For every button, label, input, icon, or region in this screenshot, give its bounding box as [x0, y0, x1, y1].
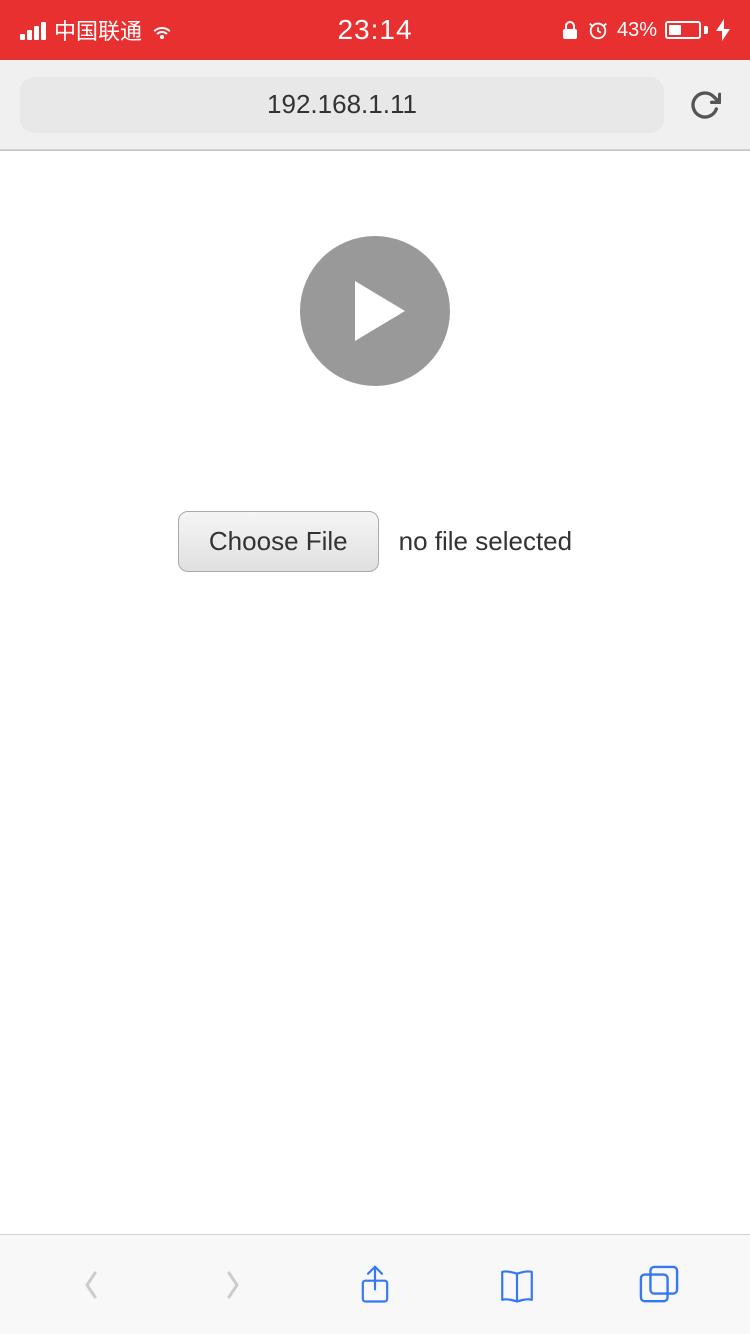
choose-file-button[interactable]: Choose File — [178, 511, 379, 572]
bookmarks-button[interactable] — [477, 1250, 557, 1320]
status-left: 中国联通 — [20, 14, 174, 46]
tabs-button[interactable] — [619, 1250, 699, 1320]
alarm-icon — [587, 19, 609, 41]
share-button[interactable] — [335, 1250, 415, 1320]
page-content: Choose File no file selected — [0, 151, 750, 1234]
file-input-area: Choose File no file selected — [178, 511, 572, 572]
status-right: 43% — [561, 19, 730, 42]
no-file-label: no file selected — [399, 526, 572, 557]
tabs-icon — [639, 1265, 679, 1305]
play-button[interactable] — [300, 236, 450, 386]
video-container — [295, 231, 455, 391]
status-bar: 中国联通 23:14 43% — [0, 0, 750, 60]
signal-icon — [20, 20, 46, 40]
browser-bar: 192.168.1.11 — [0, 60, 750, 150]
forward-button[interactable] — [193, 1250, 273, 1320]
back-icon — [71, 1265, 111, 1305]
carrier-label: 中国联通 — [54, 14, 142, 46]
bookmarks-icon — [497, 1265, 537, 1305]
reload-button[interactable] — [680, 80, 730, 130]
charging-icon — [716, 19, 730, 41]
battery-icon — [665, 21, 708, 39]
back-button[interactable] — [51, 1250, 131, 1320]
time-display: 23:14 — [337, 14, 412, 46]
bottom-toolbar — [0, 1234, 750, 1334]
battery-percent: 43% — [617, 19, 657, 42]
url-bar[interactable]: 192.168.1.11 — [20, 77, 664, 133]
lock-icon — [561, 19, 579, 41]
wifi-icon — [150, 21, 174, 39]
share-icon — [355, 1265, 395, 1305]
play-icon — [355, 281, 405, 341]
reload-icon — [689, 89, 721, 121]
forward-icon — [213, 1265, 253, 1305]
